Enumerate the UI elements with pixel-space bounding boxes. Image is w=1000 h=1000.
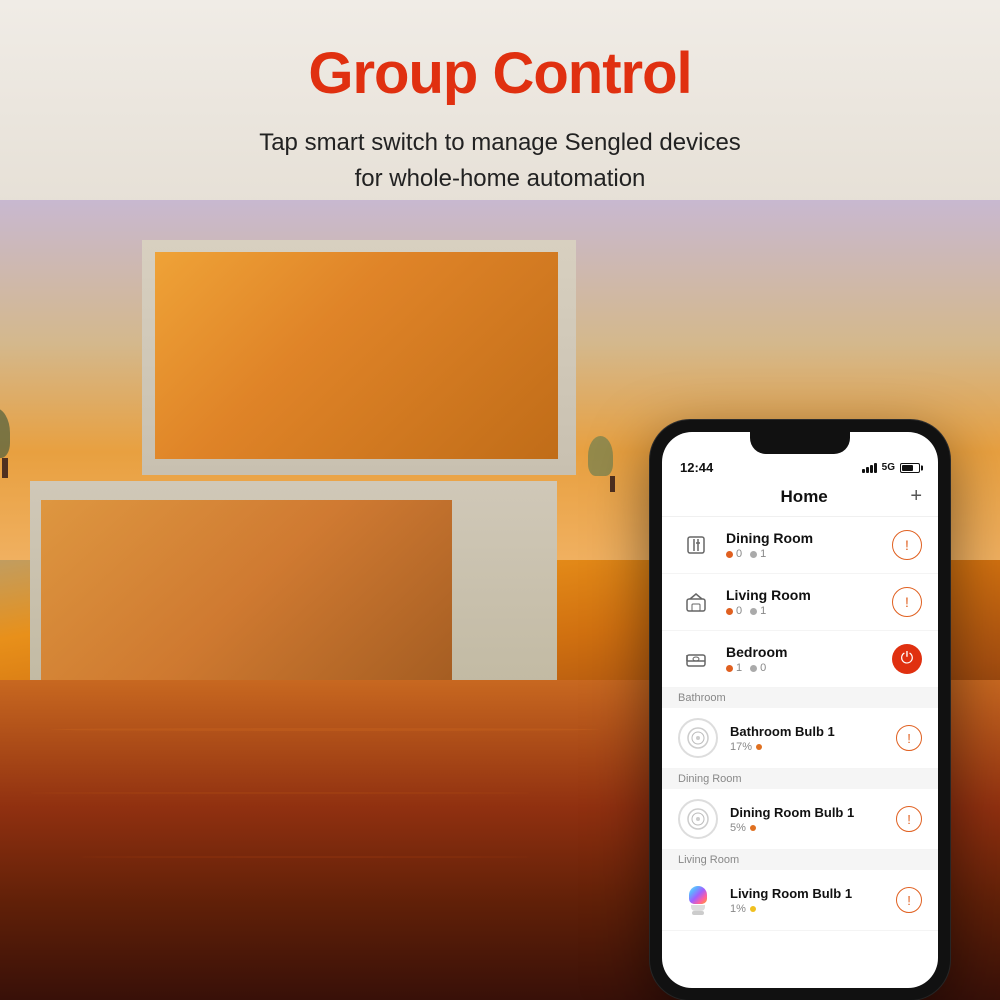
bulb-svg xyxy=(686,726,710,750)
living-room-icon xyxy=(678,584,714,620)
bathroom-bulb-status: 17% xyxy=(730,741,884,753)
bar-4 xyxy=(874,463,877,473)
room-item-living[interactable]: Living Room 0 1 ! xyxy=(662,574,938,631)
living-room-name: Living Room xyxy=(726,587,880,603)
dining-stat-offline: 0 xyxy=(726,548,742,560)
living-room-stats: 0 1 xyxy=(726,605,880,617)
dining-bulb-name: Dining Room Bulb 1 xyxy=(730,805,884,820)
offline-dot xyxy=(726,665,733,672)
living-bulb-info: Living Room Bulb 1 1% xyxy=(730,886,884,915)
device-dining-bulb-1[interactable]: Dining Room Bulb 1 5% ! xyxy=(662,789,938,850)
phone-screen: 12:44 5G xyxy=(662,432,938,988)
online-dot xyxy=(750,608,757,615)
dining-bulb-dot xyxy=(750,825,756,831)
top-section: Group Control Tap smart switch to manage… xyxy=(0,0,1000,197)
bathroom-bulb-info: Bathroom Bulb 1 17% xyxy=(730,724,884,753)
bedroom-action[interactable]: ⏻ xyxy=(892,644,922,674)
ripple-3 xyxy=(80,856,530,858)
dining-stat-online: 1 xyxy=(750,548,766,560)
bedroom-info: Bedroom 1 0 xyxy=(726,644,880,674)
bathroom-bulb-dot xyxy=(756,744,762,750)
bedroom-icon xyxy=(678,641,714,677)
main-title: Group Control xyxy=(0,40,1000,107)
living-room-info: Living Room 0 1 xyxy=(726,587,880,617)
bathroom-bulb-icon xyxy=(678,718,718,758)
dining-room-info: Dining Room 0 1 xyxy=(726,530,880,560)
ripple-1 xyxy=(50,728,600,731)
upper-window xyxy=(155,252,559,459)
section-bathroom: Bathroom xyxy=(662,688,938,708)
dining-bulb-icon xyxy=(678,799,718,839)
device-bathroom-bulb-1[interactable]: Bathroom Bulb 1 17% ! xyxy=(662,708,938,769)
living-icon-svg xyxy=(685,591,707,613)
bedroom-icon-svg xyxy=(685,648,707,670)
app-header: Home + xyxy=(662,481,938,517)
page-wrapper: Group Control Tap smart switch to manage… xyxy=(0,0,1000,1000)
lower-window xyxy=(41,500,452,688)
subtitle: Tap smart switch to manage Sengled devic… xyxy=(0,125,1000,197)
bar-3 xyxy=(870,465,873,473)
dining-bulb-brightness: 5% xyxy=(730,822,746,834)
living-bulb-name: Living Room Bulb 1 xyxy=(730,886,884,901)
upper-floor xyxy=(142,240,576,475)
offline-dot xyxy=(726,551,733,558)
room-item-bedroom[interactable]: Bedroom 1 0 ⏻ xyxy=(662,631,938,688)
dining-room-action[interactable]: ! xyxy=(892,530,922,560)
living-room-action[interactable]: ! xyxy=(892,587,922,617)
living-bulb-dot xyxy=(750,906,756,912)
battery-icon xyxy=(900,463,920,473)
living-bulb-icon xyxy=(678,880,718,920)
bedroom-stat-online: 0 xyxy=(750,662,766,674)
bedroom-stats: 1 0 xyxy=(726,662,880,674)
section-living-room: Living Room xyxy=(662,850,938,870)
dining-bulb-status: 5% xyxy=(730,822,884,834)
living-stat-online: 1 xyxy=(750,605,766,617)
dining-bulb-info: Dining Room Bulb 1 5% xyxy=(730,805,884,834)
bedroom-name: Bedroom xyxy=(726,644,880,660)
online-dot xyxy=(750,665,757,672)
room-item-dining[interactable]: Dining Room 0 1 ! xyxy=(662,517,938,574)
dining-bulb-svg xyxy=(686,807,710,831)
dining-room-name: Dining Room xyxy=(726,530,880,546)
offline-dot xyxy=(726,608,733,615)
subtitle-line1: Tap smart switch to manage Sengled devic… xyxy=(259,129,741,156)
living-bulb-status: 1% xyxy=(730,903,884,915)
bulb-base xyxy=(692,911,704,915)
bar-1 xyxy=(862,469,865,473)
subtitle-line2: for whole-home automation xyxy=(355,165,646,192)
tree-right xyxy=(588,436,638,492)
battery-fill xyxy=(902,465,913,471)
device-living-bulb-1[interactable]: Living Room Bulb 1 1% ! xyxy=(662,870,938,931)
living-bulb-brightness: 1% xyxy=(730,903,746,915)
add-button[interactable]: + xyxy=(910,485,922,508)
dining-bulb-warning[interactable]: ! xyxy=(896,806,922,832)
section-dining-room: Dining Room xyxy=(662,769,938,789)
living-stat-offline: 0 xyxy=(726,605,742,617)
color-bulb-icon xyxy=(684,886,712,914)
tree-left xyxy=(0,408,30,478)
dining-room-stats: 0 1 xyxy=(726,548,880,560)
bulb-top xyxy=(689,886,707,904)
app-header-title: Home xyxy=(698,487,910,507)
status-icons: 5G xyxy=(862,462,920,473)
phone-frame: 12:44 5G xyxy=(650,420,950,1000)
bathroom-bulb-brightness: 17% xyxy=(730,741,752,753)
bathroom-bulb-name: Bathroom Bulb 1 xyxy=(730,724,884,739)
ripple-2 xyxy=(30,792,530,794)
signal-bars-icon xyxy=(862,463,877,473)
online-dot xyxy=(750,551,757,558)
bathroom-bulb-warning[interactable]: ! xyxy=(896,725,922,751)
dining-room-icon xyxy=(678,527,714,563)
phone-notch xyxy=(750,432,850,454)
dining-icon-svg xyxy=(685,534,707,556)
status-time: 12:44 xyxy=(680,460,713,475)
network-type: 5G xyxy=(882,462,895,473)
bedroom-stat-offline: 1 xyxy=(726,662,742,674)
phone-container: 12:44 5G xyxy=(650,420,950,1000)
bar-2 xyxy=(866,467,869,473)
living-bulb-warning[interactable]: ! xyxy=(896,887,922,913)
colorful-bulb xyxy=(686,886,710,914)
